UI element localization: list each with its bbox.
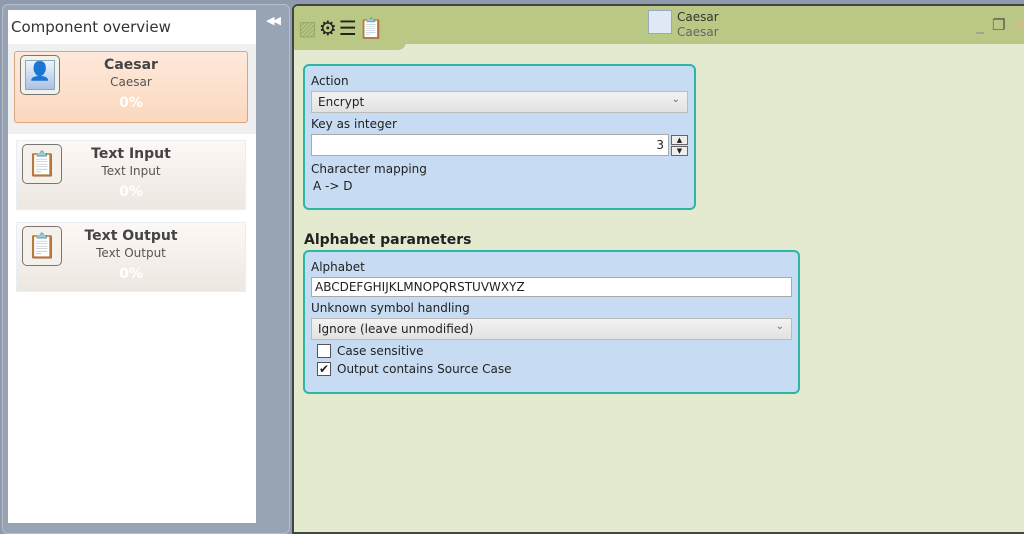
caesar-bust-icon: 👤 xyxy=(20,55,60,95)
unknown-symbol-select[interactable]: Ignore (leave unmodified) ⌄ xyxy=(311,318,792,340)
unknown-label: Unknown symbol handling xyxy=(311,301,470,315)
editor-header: ▨ ⚙ ☰ 📋 CaesarCaesar _ ❐ ✕ xyxy=(294,6,1024,50)
source-case-checkbox[interactable]: ✔ xyxy=(317,362,331,376)
spin-down-button[interactable]: ▼ xyxy=(671,145,688,156)
gear-icon[interactable]: ⚙ xyxy=(319,16,337,40)
case-sensitive-label: Case sensitive xyxy=(337,344,424,358)
header-title: Caesar xyxy=(677,10,719,24)
component-editor: ▨ ⚙ ☰ 📋 CaesarCaesar _ ❐ ✕ Action Encryp… xyxy=(292,4,1024,534)
spin-up-button[interactable]: ▲ xyxy=(671,134,688,145)
mapping-value: A -> D xyxy=(313,179,353,193)
collapse-sidebar-button[interactable]: ◀◀ xyxy=(266,14,281,27)
mapping-label: Character mapping xyxy=(311,162,427,176)
source-case-label: Output contains Source Case xyxy=(337,362,512,376)
action-select[interactable]: Encrypt ⌄ xyxy=(311,91,688,113)
panel-title: Component overview xyxy=(11,18,171,36)
clipboard-icon: 📋 xyxy=(22,144,62,184)
caesar-bust-icon xyxy=(648,10,672,34)
restore-icon[interactable]: ❐ xyxy=(992,16,1005,34)
clipboard-icon: 📋 xyxy=(22,226,62,266)
key-label: Key as integer xyxy=(311,117,397,131)
action-label: Action xyxy=(311,74,349,88)
section-title: Alphabet parameters xyxy=(304,232,472,248)
clipboard-list-icon[interactable]: 📋 xyxy=(359,16,384,40)
table-icon[interactable]: ☰ xyxy=(339,16,357,40)
alphabet-label: Alphabet xyxy=(311,260,365,274)
component-text-input[interactable]: 📋 Text Input Text Input 0% xyxy=(16,140,246,210)
component-progress: 0% xyxy=(119,184,143,200)
chevron-down-icon: ⌄ xyxy=(775,321,784,332)
component-text-output[interactable]: 📋 Text Output Text Output 0% xyxy=(16,222,246,292)
component-overview-panel: Component overview 👤 Caesar Caesar 0% 📋 … xyxy=(8,10,256,523)
alphabet-box: Alphabet ABCDEFGHIJKLMNOPQRSTUVWXYZ Unkn… xyxy=(303,250,800,394)
case-sensitive-checkbox[interactable] xyxy=(317,344,331,358)
settings-box: Action Encrypt ⌄ Key as integer 3 ▲ ▼ Char… xyxy=(303,64,696,210)
minimize-icon[interactable]: _ xyxy=(976,16,984,34)
chevron-down-icon: ⌄ xyxy=(671,94,680,105)
component-caesar[interactable]: 👤 Caesar Caesar 0% xyxy=(14,51,248,123)
component-progress: 0% xyxy=(119,95,143,111)
close-icon[interactable]: ✕ xyxy=(1013,16,1024,34)
component-progress: 0% xyxy=(119,266,143,282)
alphabet-input[interactable]: ABCDEFGHIJKLMNOPQRSTUVWXYZ xyxy=(311,277,792,297)
image-icon[interactable]: ▨ xyxy=(298,16,317,40)
key-input[interactable]: 3 xyxy=(311,134,669,156)
header-subtitle: Caesar xyxy=(677,25,719,39)
